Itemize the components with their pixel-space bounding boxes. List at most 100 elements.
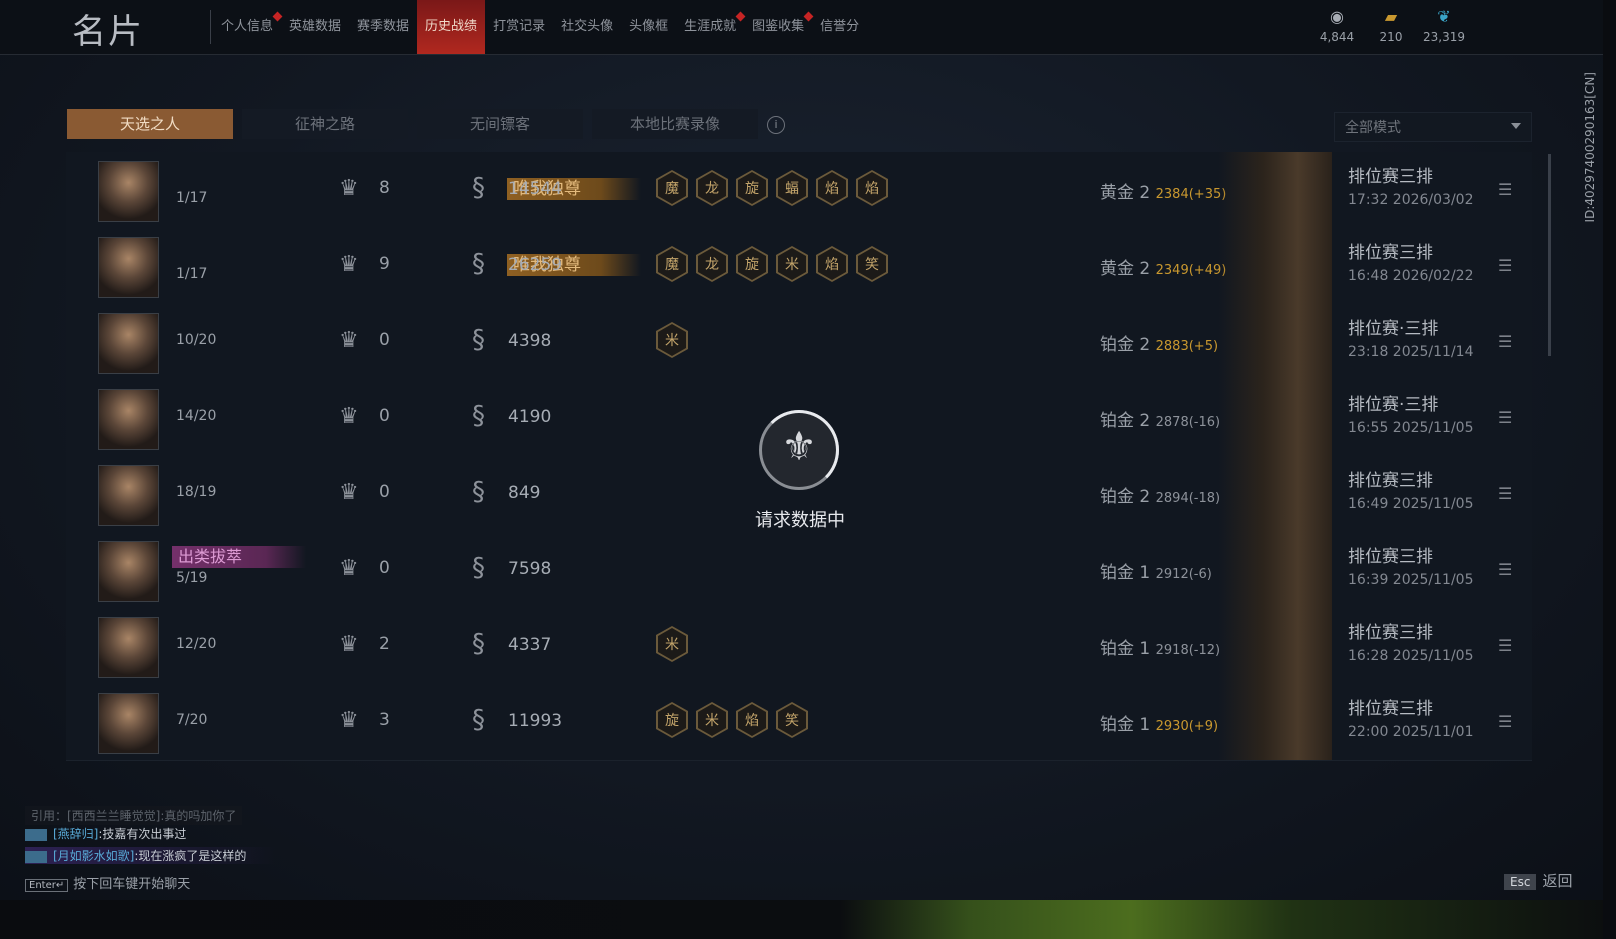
hero-avatar xyxy=(98,313,159,374)
gold-earned: 4337 xyxy=(508,635,552,655)
back-button[interactable]: Esc 返回 xyxy=(1504,870,1572,891)
match-row[interactable]: 出类拔萃 5/19 ♛ 0 § 7598 铂金 1 2912(-6) 排位赛三排 16:39 2… xyxy=(66,532,1532,609)
item-hex-icon[interactable]: 焰 xyxy=(856,170,888,206)
match-mode: 排位赛·三排 xyxy=(1348,395,1439,415)
details-list-icon[interactable]: ☰ xyxy=(1498,712,1512,731)
gold-icon: § xyxy=(472,629,485,659)
scrollbar[interactable] xyxy=(1548,154,1551,356)
nav-item-label: 头像框 xyxy=(629,19,669,34)
kills-count: 0 xyxy=(379,482,390,502)
item-hex-icon[interactable]: 米 xyxy=(656,322,688,358)
nav-item[interactable]: 个人信息 xyxy=(213,0,283,54)
item-hex-icon[interactable]: 旋 xyxy=(736,170,768,206)
kills-count: 0 xyxy=(379,406,390,426)
item-hex-icon[interactable]: 龙 xyxy=(696,246,728,282)
match-mode: 排位赛三排 xyxy=(1348,547,1433,567)
gold-icon: § xyxy=(472,173,485,203)
item-hex-icon[interactable]: 旋 xyxy=(656,702,688,738)
details-list-icon[interactable]: ☰ xyxy=(1498,256,1512,275)
item-hex-icon[interactable]: 米 xyxy=(656,626,688,662)
chat-input-hint[interactable]: Enter↵ 按下回车键开始聊天 xyxy=(25,873,190,892)
tier-info: 黄金 2 2384(+35) xyxy=(1100,178,1226,203)
item-hex-icon[interactable]: 焰 xyxy=(736,702,768,738)
kills-icon: ♛ xyxy=(339,328,359,353)
nav-item[interactable]: 生涯成就 xyxy=(676,0,746,54)
match-row[interactable]: 10/20 ♛ 0 § 4398 米 铂金 2 2883(+5) 排位赛·三排 23:18 20… xyxy=(66,304,1532,381)
match-time: 22:00 2025/11/01 xyxy=(1348,724,1474,740)
details-list-icon[interactable]: ☰ xyxy=(1498,332,1512,351)
gold-earned: 14544 xyxy=(508,179,563,199)
kills-icon: ♛ xyxy=(339,480,359,505)
item-hex-icon[interactable]: 米 xyxy=(696,702,728,738)
mode-filter-select[interactable]: 全部模式 xyxy=(1334,112,1532,142)
kills-count: 0 xyxy=(379,330,390,350)
match-mode: 排位赛·三排 xyxy=(1348,319,1439,339)
gold-earned: 26259 xyxy=(508,255,563,275)
top-nav: 个人信息 英雄数据 赛季数据 历史战绩 打赏记录 社交头像 头像框 生涯成就 图鉴收集 信誉分 xyxy=(213,0,867,54)
match-time: 16:48 2026/02/22 xyxy=(1348,268,1474,284)
nav-item[interactable]: 赛季数据 xyxy=(349,0,417,54)
kills-icon: ♛ xyxy=(339,556,359,581)
details-list-icon[interactable]: ☰ xyxy=(1498,484,1512,503)
nav-item[interactable]: 社交头像 xyxy=(553,0,621,54)
nav-item[interactable]: 英雄数据 xyxy=(281,0,349,54)
match-row[interactable]: 唯我独尊 1/17 ♛ 8 § 14544 魔龙旋蝠焰焰黄金 2 2384(+35) 排位赛三… xyxy=(66,152,1532,229)
item-hex-icon[interactable]: 笑 xyxy=(776,702,808,738)
details-list-icon[interactable]: ☰ xyxy=(1498,408,1512,427)
details-list-icon[interactable]: ☰ xyxy=(1498,560,1512,579)
tab-escort[interactable]: 无间镖客 xyxy=(417,109,583,139)
placement: 12/20 xyxy=(176,636,217,652)
nav-item-label: 打赏记录 xyxy=(493,19,546,34)
match-time: 16:28 2025/11/05 xyxy=(1348,648,1474,664)
item-hex-icon[interactable]: 蝠 xyxy=(776,170,808,206)
placement: 14/20 xyxy=(176,408,217,424)
feather-icon: ❦ xyxy=(1437,7,1451,26)
item-hex-icon[interactable]: 焰 xyxy=(816,246,848,282)
gold-earned: 849 xyxy=(508,483,541,503)
placement: 1/17 xyxy=(176,266,208,282)
tier-info: 铂金 2 2894(-18) xyxy=(1100,482,1220,507)
tab-chosen-one[interactable]: 天选之人 xyxy=(67,109,233,139)
item-hex-icon[interactable]: 魔 xyxy=(656,170,688,206)
info-icon[interactable]: i xyxy=(767,116,785,134)
nav-item[interactable]: 头像框 xyxy=(621,0,676,54)
item-hex-icon[interactable]: 米 xyxy=(776,246,808,282)
nav-item-label: 图鉴收集 xyxy=(752,19,805,34)
tab-local-replays[interactable]: 本地比赛录像 xyxy=(592,109,758,139)
tier-name: 铂金 2 xyxy=(1100,335,1151,355)
nav-item[interactable]: 历史战绩 xyxy=(417,0,486,54)
nav-item[interactable]: 信誉分 xyxy=(812,0,867,54)
team-tag-icon xyxy=(25,828,47,841)
match-mode: 排位赛三排 xyxy=(1348,699,1433,719)
item-hex-icon[interactable]: 笑 xyxy=(856,246,888,282)
hero-avatar xyxy=(98,237,159,298)
nav-item[interactable]: 打赏记录 xyxy=(485,0,553,54)
match-row[interactable]: 7/20 ♛ 3 § 11993 旋米焰笑 铂金 1 2930(+9) 排位赛三排 22:00 … xyxy=(66,684,1532,761)
nav-item[interactable]: 图鉴收集 xyxy=(744,0,814,54)
details-list-icon[interactable]: ☰ xyxy=(1498,180,1512,199)
player-uid: ID:402974002901​63[CN] xyxy=(1583,72,1597,223)
match-row[interactable]: 唯我独尊 1/17 ♛ 9 § 26259 魔龙旋米焰笑黄金 2 2349(+49) 排位赛三… xyxy=(66,228,1532,305)
honor-badge: 出类拔萃 xyxy=(172,546,306,568)
kills-icon: ♛ xyxy=(339,252,359,277)
item-hex-icon[interactable]: 魔 xyxy=(656,246,688,282)
lotus-emblem-icon: ⚜ xyxy=(781,424,817,470)
item-hex-icon[interactable]: 旋 xyxy=(736,246,768,282)
item-icons: 魔龙旋米焰笑 xyxy=(656,246,896,282)
gold-earned: 7598 xyxy=(508,559,552,579)
hero-art xyxy=(1218,152,1332,228)
gold-earned: 4398 xyxy=(508,331,552,351)
item-hex-icon[interactable]: 焰 xyxy=(816,170,848,206)
details-list-icon[interactable]: ☰ xyxy=(1498,636,1512,655)
chat-sender[interactable]: [燕辞归] xyxy=(53,827,98,841)
enter-key-icon: Enter↵ xyxy=(25,879,69,892)
chat-sender[interactable]: [月如影水如歌] xyxy=(53,849,134,863)
hero-avatar xyxy=(98,465,159,526)
item-hex-icon[interactable]: 龙 xyxy=(696,170,728,206)
tier-name: 黄金 2 xyxy=(1100,259,1151,279)
match-row[interactable]: 12/20 ♛ 2 § 4337 米 铂金 1 2918(-12) 排位赛三排 16:28 20… xyxy=(66,608,1532,685)
tab-path-of-gods[interactable]: 征神之路 xyxy=(242,109,408,139)
item-icons: 米 xyxy=(656,626,696,662)
currency-feather: ❦ 23,319 xyxy=(1409,7,1479,45)
chat-text: :技嘉有次出事过 xyxy=(98,827,187,841)
